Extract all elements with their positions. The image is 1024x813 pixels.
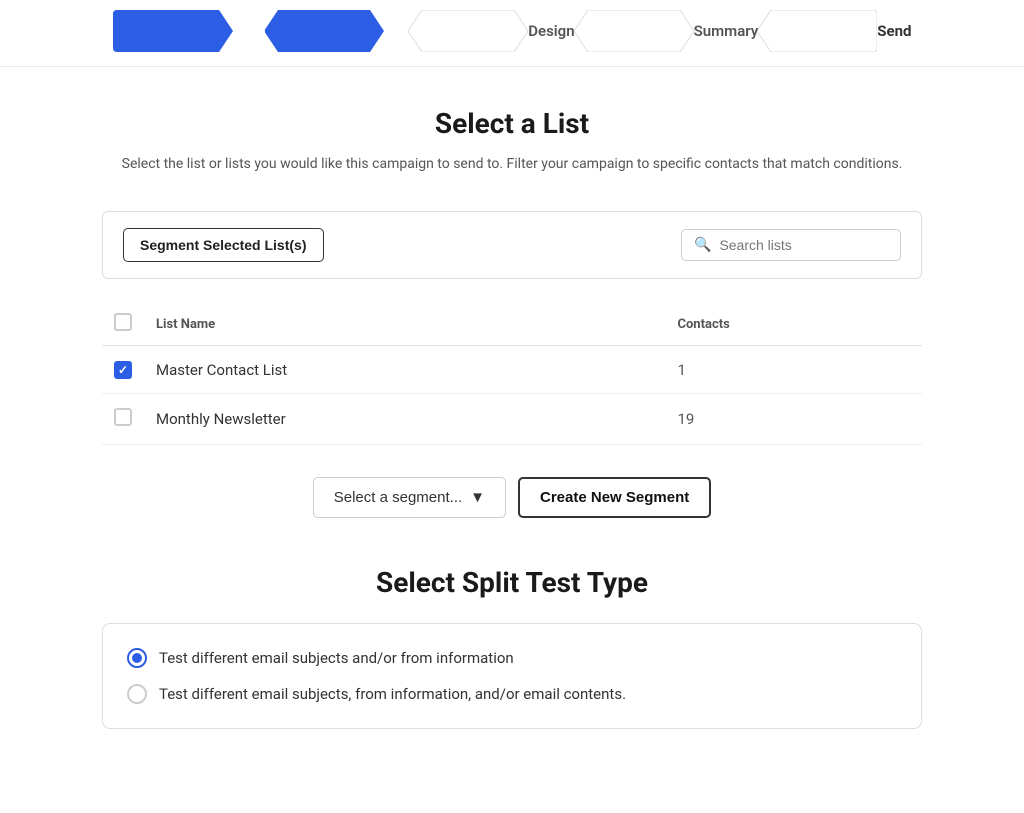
header-checkbox-cell [102, 303, 144, 346]
row1-checkbox-cell [102, 346, 144, 394]
split-test-options: Test different email subjects and/or fro… [102, 623, 922, 729]
radio-option-2-circle[interactable] [127, 684, 147, 704]
main-content: Select a List Select the list or lists y… [82, 67, 942, 769]
list-table: List Name Contacts Master Contact List 1… [102, 303, 922, 445]
segment-selected-button[interactable]: Segment Selected List(s) [123, 228, 324, 262]
wizard-nav: Type List Design Summary [0, 0, 1024, 67]
step-summary-label: Summary [694, 22, 759, 40]
step-send[interactable]: Send [757, 10, 911, 52]
step-list[interactable]: List [264, 10, 409, 52]
split-test-option-2[interactable]: Test different email subjects, from info… [127, 684, 897, 704]
row2-list-name: Monthly Newsletter [144, 394, 665, 445]
wizard-steps: Type List Design Summary [113, 10, 912, 52]
row1-checkbox[interactable] [114, 361, 132, 379]
search-box: 🔍 [681, 229, 901, 261]
row1-contacts: 1 [665, 346, 922, 394]
table-row: Master Contact List 1 [102, 346, 922, 394]
radio-option-1-circle[interactable] [127, 648, 147, 668]
step-design-label: Design [528, 22, 574, 40]
header-list-name: List Name [144, 303, 665, 346]
search-input[interactable] [719, 237, 888, 253]
step-summary[interactable]: Summary [574, 10, 759, 52]
radio-option-1-label: Test different email subjects and/or fro… [159, 649, 514, 667]
header-contacts: Contacts [665, 303, 922, 346]
select-segment-button[interactable]: Select a segment... ▼ [313, 477, 506, 518]
step-send-label: Send [877, 22, 911, 40]
split-test-title: Select Split Test Type [102, 566, 922, 599]
step-type-label: Type [233, 22, 266, 40]
page-description: Select the list or lists you would like … [102, 154, 922, 175]
segment-actions: Select a segment... ▼ Create New Segment [102, 477, 922, 518]
row2-checkbox-cell [102, 394, 144, 445]
radio-option-2-label: Test different email subjects, from info… [159, 685, 626, 703]
select-all-checkbox[interactable] [114, 313, 132, 331]
step-list-label: List [384, 22, 409, 40]
create-new-segment-button[interactable]: Create New Segment [518, 477, 711, 518]
row1-list-name: Master Contact List [144, 346, 665, 394]
chevron-down-icon: ▼ [470, 489, 485, 506]
row2-contacts: 19 [665, 394, 922, 445]
table-row: Monthly Newsletter 19 [102, 394, 922, 445]
filter-bar: Segment Selected List(s) 🔍 [102, 211, 922, 279]
row2-checkbox[interactable] [114, 408, 132, 426]
step-design[interactable]: Design [408, 10, 574, 52]
step-type[interactable]: Type [113, 10, 266, 52]
select-segment-label: Select a segment... [334, 489, 462, 506]
search-icon: 🔍 [694, 237, 711, 253]
page-title: Select a List [102, 107, 922, 140]
split-test-option-1[interactable]: Test different email subjects and/or fro… [127, 648, 897, 668]
